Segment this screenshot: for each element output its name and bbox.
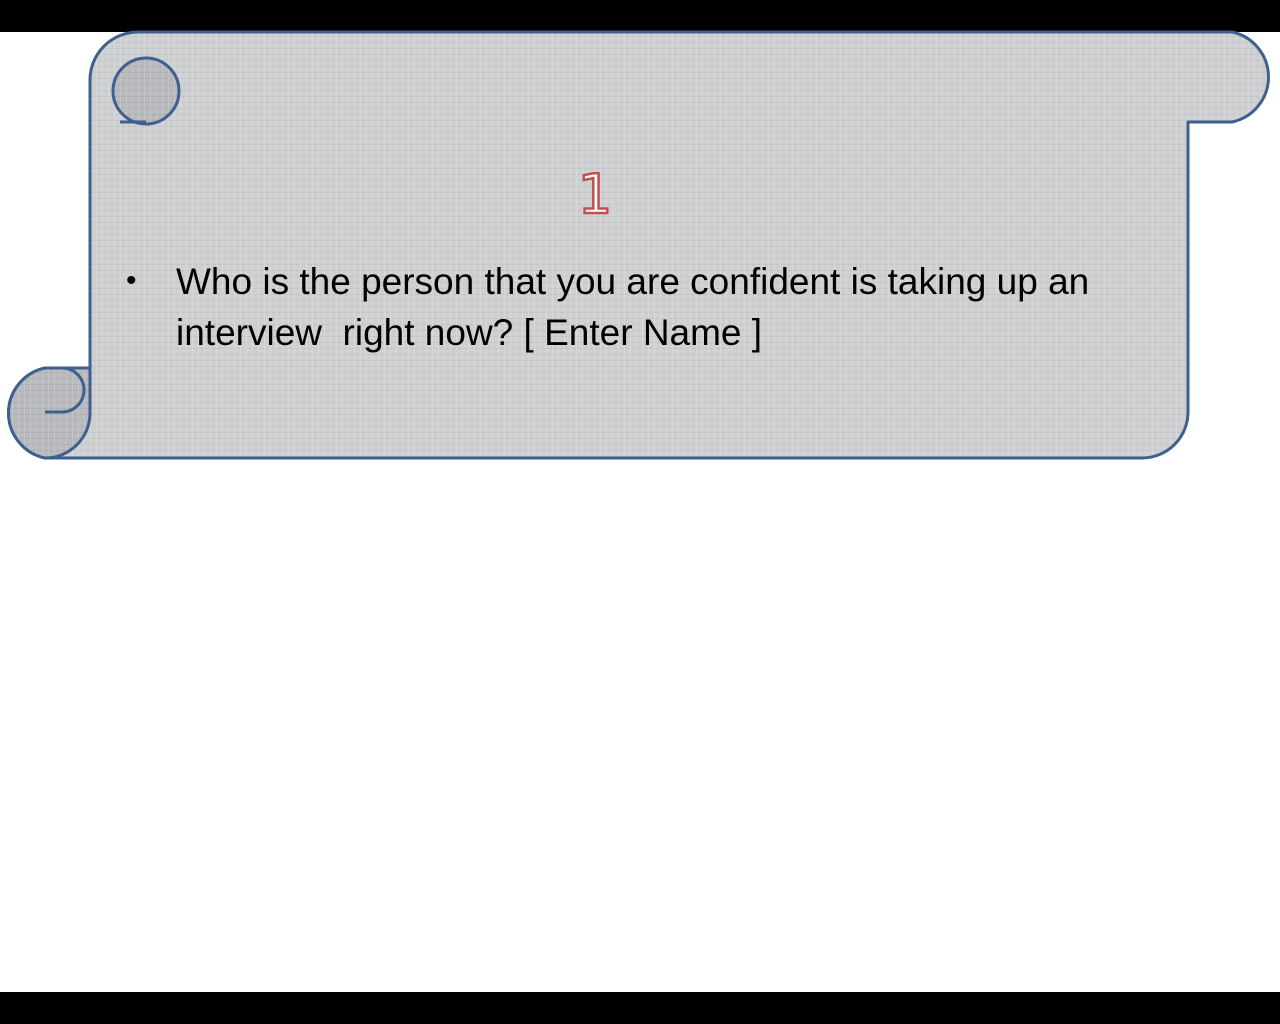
question-text: Who is the person that you are confident… [176, 261, 1100, 353]
bottom-letterbox-bar [0, 992, 1280, 1024]
bullet-marker: • [126, 264, 137, 297]
slide-number: 1 [577, 162, 614, 228]
scroll-banner-shape [7, 30, 1270, 460]
top-left-curl [111, 56, 181, 126]
scroll-body [7, 30, 1270, 460]
